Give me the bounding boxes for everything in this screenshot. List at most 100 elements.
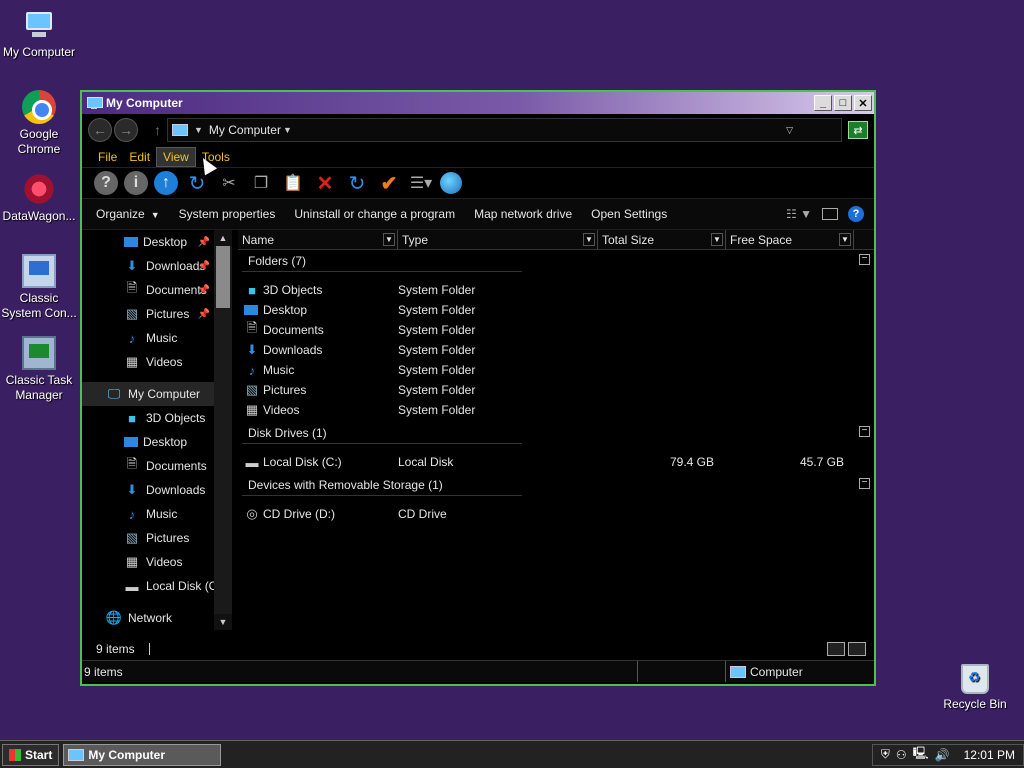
disk-icon: ▬ xyxy=(125,578,139,594)
downloads-icon: ⬇ xyxy=(126,482,138,497)
address-field[interactable]: ▼ My Computer ▼ ▽ xyxy=(167,118,842,142)
menu-file[interactable]: File xyxy=(92,148,123,166)
pin-icon: 📌 xyxy=(197,260,210,272)
nav-item-3d-objects[interactable]: ■ 3D Objects xyxy=(82,406,232,430)
chevron-down-icon[interactable]: ▼ xyxy=(383,233,395,246)
delete-icon[interactable]: ✕ xyxy=(312,170,338,196)
desktop-icon-classic-task-manager[interactable]: Classic Task Manager xyxy=(0,336,78,403)
security-shield-icon[interactable]: ⛨ xyxy=(881,747,890,762)
chevron-down-icon: ▼ xyxy=(150,210,160,220)
up-folder-icon[interactable]: ↑ xyxy=(154,171,178,195)
chevron-down-icon[interactable]: ▼ xyxy=(839,233,851,246)
start-button[interactable]: Start xyxy=(2,743,60,766)
menu-edit[interactable]: Edit xyxy=(123,148,156,166)
cut-icon[interactable]: ✂ xyxy=(216,170,242,196)
scroll-down-icon[interactable]: ▼ xyxy=(214,614,232,630)
globe-icon[interactable] xyxy=(440,172,462,194)
nav-item-downloads[interactable]: ⬇ Downloads xyxy=(82,478,232,502)
taskbar-item-my-computer[interactable]: My Computer xyxy=(63,743,222,766)
network-tray-icon[interactable]: 🖳 xyxy=(913,744,929,765)
chevron-down-icon[interactable]: ▼ xyxy=(711,233,723,246)
group-header-removable-storage[interactable]: Devices with Removable Storage (1) − xyxy=(238,474,874,496)
list-item[interactable]: Desktop System Folder xyxy=(238,300,874,320)
uninstall-program-button[interactable]: Uninstall or change a program xyxy=(294,207,455,221)
list-item[interactable]: ▧ Pictures System Folder xyxy=(238,380,874,400)
map-network-drive-button[interactable]: Map network drive xyxy=(474,207,572,221)
chevron-down-icon[interactable]: ▼ xyxy=(583,233,595,246)
checkmark-icon[interactable]: ✔ xyxy=(376,170,402,196)
address-history-dropdown-icon[interactable]: ▽ xyxy=(786,125,793,136)
status-bar: 9 items Computer xyxy=(82,660,874,682)
column-total-size[interactable]: Total Size ▼ xyxy=(598,230,726,249)
refresh-go-button[interactable]: ⇄ xyxy=(848,121,868,139)
nav-item-documents[interactable]: 🗎 Documents 📌 xyxy=(82,278,232,302)
refresh-icon[interactable]: ↻ xyxy=(344,170,370,196)
desktop-icon-classic-system-control[interactable]: Classic System Con... xyxy=(0,254,78,321)
group-header-folders[interactable]: Folders (7) − xyxy=(238,250,874,272)
info-icon[interactable]: i xyxy=(124,171,148,195)
nav-item-local-disk[interactable]: ▬ Local Disk (C:) xyxy=(82,574,232,598)
maximize-button[interactable]: □ xyxy=(834,95,852,111)
large-icons-view-icon[interactable] xyxy=(848,642,866,656)
list-item[interactable]: ⬇ Downloads System Folder xyxy=(238,340,874,360)
collapse-icon[interactable]: − xyxy=(859,426,870,437)
nav-item-videos[interactable]: ▦ Videos xyxy=(82,550,232,574)
open-settings-button[interactable]: Open Settings xyxy=(591,207,667,221)
help-icon[interactable]: ? xyxy=(94,171,118,195)
collapse-icon[interactable]: − xyxy=(859,478,870,489)
column-name[interactable]: Name ▼ xyxy=(238,230,398,249)
desktop-icon-google-chrome[interactable]: Google Chrome xyxy=(0,90,78,157)
language-icon[interactable]: ⚇ xyxy=(896,748,907,762)
paste-icon[interactable]: 📋 xyxy=(280,170,306,196)
list-item[interactable]: ▦ Videos System Folder xyxy=(238,400,874,420)
nav-item-my-computer[interactable]: 🖵 My Computer xyxy=(82,382,214,406)
up-arrow-icon[interactable]: ↑ xyxy=(154,122,161,138)
change-view-icon[interactable]: ☷ ▼ xyxy=(786,207,812,221)
column-type[interactable]: Type ▼ xyxy=(398,230,598,249)
list-item[interactable]: 🗎 Documents System Folder xyxy=(238,320,874,340)
nav-item-music[interactable]: ♪ Music xyxy=(82,502,232,526)
nav-item-documents[interactable]: 🗎 Documents xyxy=(82,454,232,478)
chevron-down-icon[interactable]: ▼ xyxy=(194,125,203,135)
views-menu-icon[interactable]: ☰▾ xyxy=(408,170,434,196)
desktop-icon-datawagon[interactable]: DataWagon... xyxy=(0,172,78,224)
chevron-down-icon[interactable]: ▼ xyxy=(283,125,292,135)
list-item[interactable]: ■ 3D Objects System Folder xyxy=(238,280,874,300)
desktop-icon-recycle-bin[interactable]: Recycle Bin xyxy=(936,664,1014,712)
copy-icon[interactable]: ❐ xyxy=(248,170,274,196)
clock[interactable]: 12:01 PM xyxy=(964,748,1015,762)
nav-item-network[interactable]: 🌐 Network xyxy=(82,606,232,630)
desktop-icon-my-computer[interactable]: My Computer xyxy=(0,8,78,60)
system-properties-button[interactable]: System properties xyxy=(179,207,276,221)
list-item[interactable]: ▬ Local Disk (C:) Local Disk 79.4 GB 45.7 GB xyxy=(238,452,874,472)
window-titlebar[interactable]: My Computer _ □ ✕ xyxy=(82,92,874,114)
pin-icon: 📌 xyxy=(197,284,210,296)
desktop-icon xyxy=(244,305,258,315)
nav-item-videos[interactable]: ▦ Videos xyxy=(82,350,232,374)
nav-item-desktop[interactable]: Desktop xyxy=(82,430,232,454)
scroll-up-icon[interactable]: ▲ xyxy=(214,230,232,246)
nav-item-music[interactable]: ♪ Music xyxy=(82,326,232,350)
minimize-button[interactable]: _ xyxy=(814,95,832,111)
nav-item-pictures[interactable]: ▧ Pictures 📌 xyxy=(82,302,232,326)
nav-item-pictures[interactable]: ▧ Pictures xyxy=(82,526,232,550)
collapse-icon[interactable]: − xyxy=(859,254,870,265)
details-view-icon[interactable] xyxy=(827,642,845,656)
group-header-disk-drives[interactable]: Disk Drives (1) − xyxy=(238,422,874,444)
list-item[interactable]: ♪ Music System Folder xyxy=(238,360,874,380)
toolbar: ? i ↑ ↻ ✂ ❐ 📋 ✕ ↻ ✔ ☰▾ xyxy=(82,168,874,198)
preview-pane-icon[interactable] xyxy=(822,208,838,220)
scroll-thumb[interactable] xyxy=(216,246,230,308)
column-free-space[interactable]: Free Space ▼ xyxy=(726,230,854,249)
help-icon[interactable]: ? xyxy=(848,206,864,222)
back-button[interactable]: ← xyxy=(88,118,112,142)
organize-button[interactable]: Organize ▼ xyxy=(96,207,160,221)
volume-icon[interactable]: 🔊 xyxy=(935,748,950,762)
list-item[interactable]: ◎ CD Drive (D:) CD Drive xyxy=(238,504,874,524)
forward-button[interactable]: → xyxy=(114,118,138,142)
close-button[interactable]: ✕ xyxy=(854,95,872,111)
nav-item-downloads[interactable]: ⬇ Downloads 📌 xyxy=(82,254,232,278)
nav-item-desktop[interactable]: Desktop 📌 xyxy=(82,230,232,254)
menu-view[interactable]: View xyxy=(156,146,196,167)
nav-scrollbar[interactable]: ▲ ▼ xyxy=(214,230,232,630)
